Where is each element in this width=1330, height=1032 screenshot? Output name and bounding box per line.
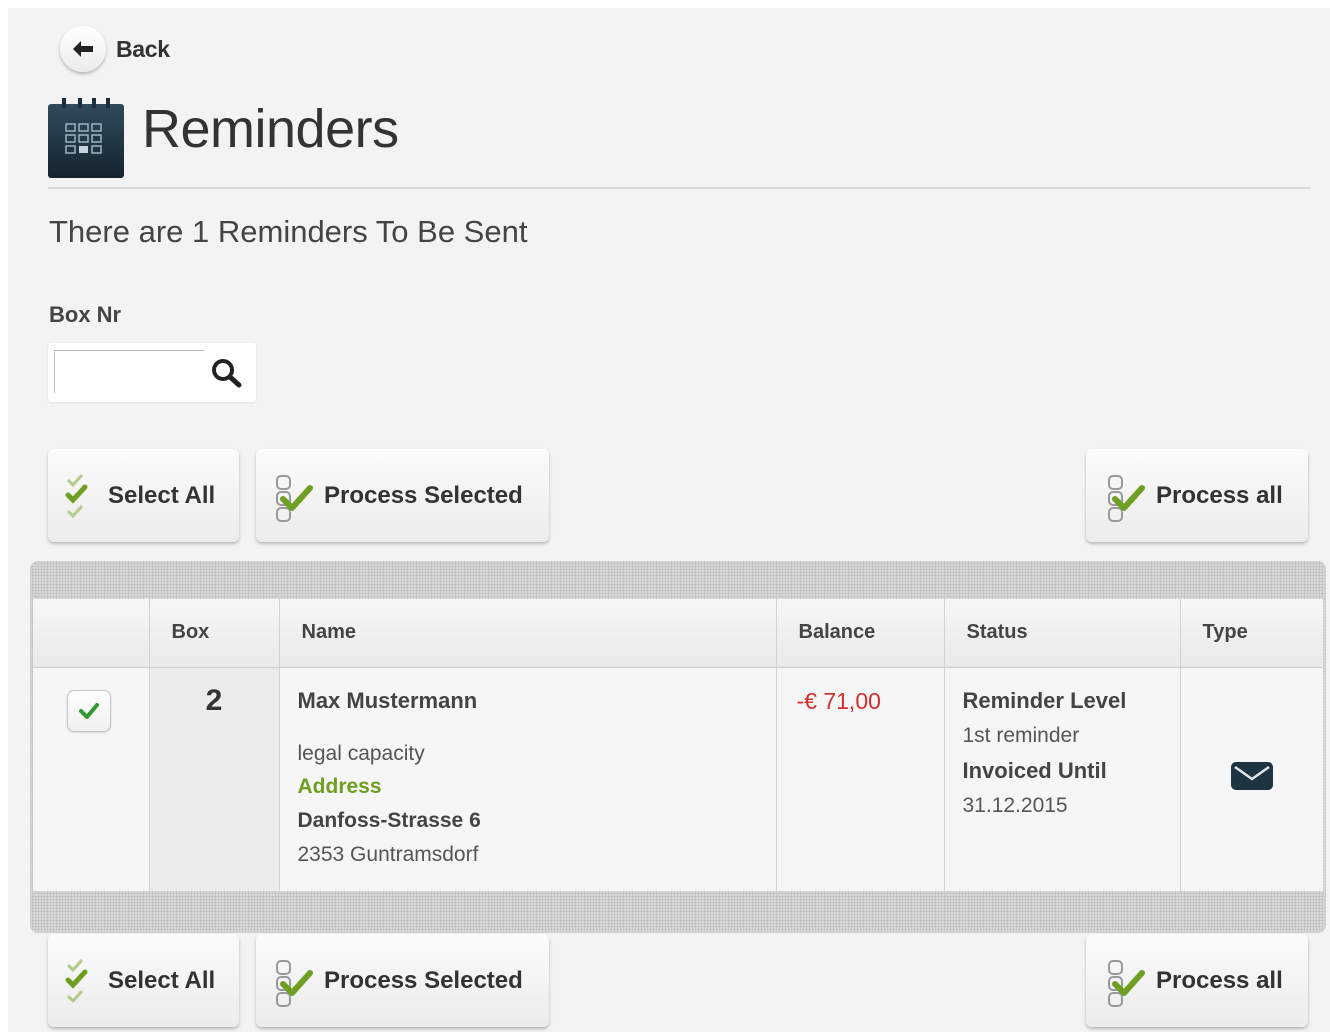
process-all-icon: [1100, 951, 1156, 1011]
column-header-status[interactable]: Status: [944, 599, 1181, 668]
row-balance-cell: -€ 71,00: [776, 667, 945, 891]
row-box-cell: 2: [149, 667, 280, 891]
balance-value: -€ 71,00: [796, 687, 881, 714]
process-selected-label: Process Selected: [324, 481, 523, 509]
process-all-label: Process all: [1156, 966, 1283, 994]
row-select-cell: [33, 667, 150, 891]
box-nr-input[interactable]: [54, 350, 204, 393]
box-number: 2: [205, 683, 223, 717]
title-divider: [48, 187, 1310, 189]
reminders-table: Box Name Balance Status Type 2 Max Muste…: [33, 599, 1323, 891]
process-all-button-bottom[interactable]: Process all: [1086, 934, 1308, 1027]
box-nr-search: [48, 343, 256, 402]
process-selected-icon: [268, 466, 324, 526]
select-all-label: Select All: [108, 481, 216, 509]
select-all-label: Select All: [108, 966, 216, 994]
process-selected-icon: [268, 951, 324, 1011]
back-label[interactable]: Back: [116, 36, 170, 63]
column-header-select: [33, 599, 150, 668]
process-selected-button-bottom[interactable]: Process Selected: [256, 934, 549, 1027]
reminders-page: Back Reminders There are 1 Reminders To …: [8, 8, 1330, 1032]
reminder-level-value: 1st reminder: [962, 723, 1080, 747]
column-header-box[interactable]: Box: [149, 599, 280, 668]
page-title: Reminders: [142, 99, 399, 159]
search-icon[interactable]: [210, 357, 244, 391]
process-all-icon: [1100, 466, 1156, 526]
process-all-button-top[interactable]: Process all: [1086, 449, 1308, 542]
address-street: Danfoss-Strasse 6: [297, 808, 481, 832]
legal-capacity: legal capacity: [297, 741, 425, 765]
reminders-grid: Box Name Balance Status Type 2 Max Muste…: [30, 561, 1326, 933]
calendar-icon: [48, 98, 124, 178]
select-all-icon: [60, 951, 108, 1011]
reminder-level-heading: Reminder Level: [962, 687, 1127, 713]
envelope-icon[interactable]: [1181, 668, 1324, 792]
customer-name: Max Mustermann: [297, 687, 478, 713]
row-select-checkbox[interactable]: [67, 689, 111, 732]
reminders-count-text: There are 1 Reminders To Be Sent: [49, 214, 528, 249]
select-all-button-top[interactable]: Select All: [48, 449, 239, 542]
select-all-button-bottom[interactable]: Select All: [48, 934, 239, 1027]
address-heading: Address: [297, 774, 382, 798]
select-all-icon: [60, 466, 108, 526]
table-header-row: Box Name Balance Status Type: [33, 599, 1323, 668]
column-header-name[interactable]: Name: [279, 599, 777, 668]
checkmark-icon: [79, 702, 99, 719]
column-header-balance[interactable]: Balance: [776, 599, 945, 668]
row-status-cell: Reminder Level 1st reminder Invoiced Unt…: [944, 667, 1181, 891]
process-selected-button-top[interactable]: Process Selected: [256, 449, 549, 542]
table-row: 2 Max Mustermann legal capacity Address …: [33, 667, 1323, 891]
box-nr-label: Box Nr: [49, 302, 122, 327]
process-selected-label: Process Selected: [324, 966, 523, 994]
back-button[interactable]: Back: [60, 26, 170, 72]
address-city: 2353 Guntramsdorf: [297, 842, 479, 866]
process-all-label: Process all: [1156, 481, 1283, 509]
back-arrow-icon[interactable]: [60, 26, 106, 72]
row-name-cell: Max Mustermann legal capacity Address Da…: [279, 667, 777, 891]
invoiced-until-heading: Invoiced Until: [962, 757, 1107, 783]
column-header-type[interactable]: Type: [1180, 599, 1323, 668]
invoiced-until-value: 31.12.2015: [962, 793, 1068, 817]
row-type-cell: [1180, 667, 1323, 891]
